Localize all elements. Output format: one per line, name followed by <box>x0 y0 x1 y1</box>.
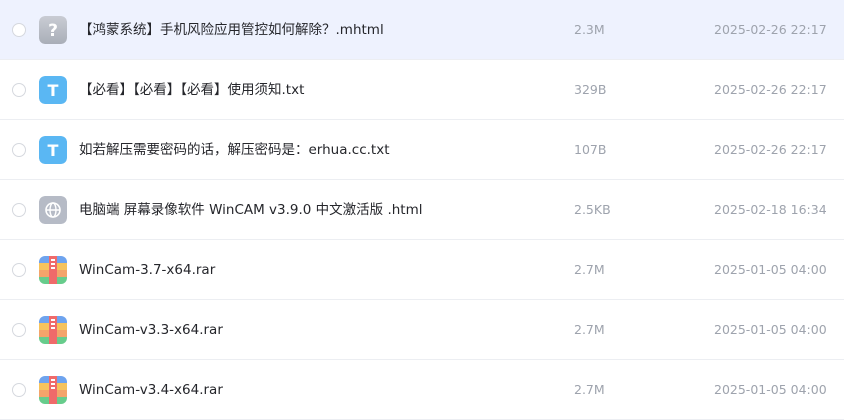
file-name[interactable]: 【鸿蒙系统】手机风险应用管控如何解除？.mhtml <box>79 0 384 60</box>
file-size: 329B <box>574 82 607 97</box>
text-icon-glyph: T <box>48 141 59 160</box>
unknown-file-icon: ? <box>39 16 67 44</box>
row-checkbox[interactable] <box>12 383 26 397</box>
text-file-icon: T <box>39 136 67 164</box>
row-checkbox[interactable] <box>12 83 26 97</box>
file-name[interactable]: WinCam-3.7-x64.rar <box>79 240 215 300</box>
file-row[interactable]: WinCam-v3.4-x64.rar 2.7M 2025-01-05 04:0… <box>0 360 844 420</box>
text-icon-glyph: T <box>48 81 59 100</box>
file-name[interactable]: 电脑端 屏幕录像软件 WinCAM v3.9.0 中文激活版 .html <box>79 180 423 240</box>
file-row[interactable]: WinCam-3.7-x64.rar 2.7M 2025-01-05 04:00 <box>0 240 844 300</box>
file-size: 2.3M <box>574 22 605 37</box>
row-checkbox[interactable] <box>12 263 26 277</box>
file-size: 2.7M <box>574 382 605 397</box>
file-date: 2025-02-26 22:17 <box>714 22 827 37</box>
file-size: 2.7M <box>574 262 605 277</box>
file-row[interactable]: WinCam-v3.3-x64.rar 2.7M 2025-01-05 04:0… <box>0 300 844 360</box>
file-date: 2025-01-05 04:00 <box>714 262 827 277</box>
file-row[interactable]: 电脑端 屏幕录像软件 WinCAM v3.9.0 中文激活版 .html 2.5… <box>0 180 844 240</box>
file-date: 2025-01-05 04:00 <box>714 322 827 337</box>
file-name[interactable]: WinCam-v3.4-x64.rar <box>79 360 223 420</box>
row-checkbox[interactable] <box>12 143 26 157</box>
text-file-icon: T <box>39 76 67 104</box>
row-checkbox[interactable] <box>12 203 26 217</box>
file-name[interactable]: 如若解压需要密码的话，解压密码是：erhua.cc.txt <box>79 120 390 180</box>
file-list: ? 【鸿蒙系统】手机风险应用管控如何解除？.mhtml 2.3M 2025-02… <box>0 0 844 420</box>
file-name[interactable]: WinCam-v3.3-x64.rar <box>79 300 223 360</box>
file-row[interactable]: T 如若解压需要密码的话，解压密码是：erhua.cc.txt 107B 202… <box>0 120 844 180</box>
unknown-icon-glyph: ? <box>48 21 58 41</box>
archive-file-icon <box>39 376 67 404</box>
row-checkbox[interactable] <box>12 323 26 337</box>
file-date: 2025-02-18 16:34 <box>714 202 827 217</box>
file-size: 107B <box>574 142 607 157</box>
file-date: 2025-01-05 04:00 <box>714 382 827 397</box>
file-row[interactable]: T 【必看】【必看】【必看】使用须知.txt 329B 2025-02-26 2… <box>0 60 844 120</box>
archive-file-icon <box>39 316 67 344</box>
row-checkbox[interactable] <box>12 23 26 37</box>
archive-file-icon <box>39 256 67 284</box>
file-date: 2025-02-26 22:17 <box>714 142 827 157</box>
file-name[interactable]: 【必看】【必看】【必看】使用须知.txt <box>79 60 304 120</box>
web-file-icon <box>39 196 67 224</box>
file-date: 2025-02-26 22:17 <box>714 82 827 97</box>
file-size: 2.7M <box>574 322 605 337</box>
file-row[interactable]: ? 【鸿蒙系统】手机风险应用管控如何解除？.mhtml 2.3M 2025-02… <box>0 0 844 60</box>
file-size: 2.5KB <box>574 202 611 217</box>
